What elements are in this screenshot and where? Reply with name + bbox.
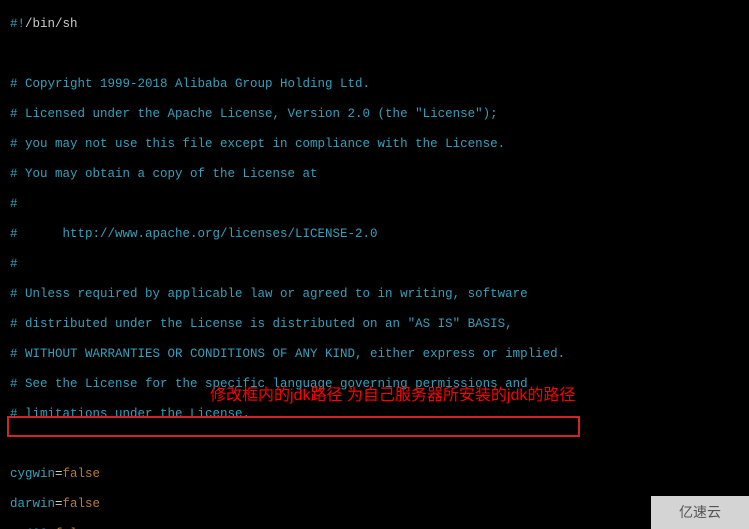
comment: # See the License for the specific langu… — [10, 377, 528, 391]
comment: # Licensed under the Apache License, Ver… — [10, 107, 498, 121]
terminal-output: #!/bin/sh # Copyright 1999-2018 Alibaba … — [0, 0, 749, 529]
comment: # limitations under the License. — [10, 407, 250, 421]
line-shebang: #!/bin/sh — [10, 17, 749, 32]
comment: # Unless required by applicable law or a… — [10, 287, 528, 301]
comment: # — [10, 257, 18, 271]
comment: # Copyright 1999-2018 Alibaba Group Hold… — [10, 77, 370, 91]
comment: # WITHOUT WARRANTIES OR CONDITIONS OF AN… — [10, 347, 565, 361]
comment: # You may obtain a copy of the License a… — [10, 167, 318, 181]
comment: # distributed under the License is distr… — [10, 317, 513, 331]
comment: # http://www.apache.org/licenses/LICENSE… — [10, 227, 378, 241]
comment: # you may not use this file except in co… — [10, 137, 505, 151]
comment: # — [10, 197, 18, 211]
